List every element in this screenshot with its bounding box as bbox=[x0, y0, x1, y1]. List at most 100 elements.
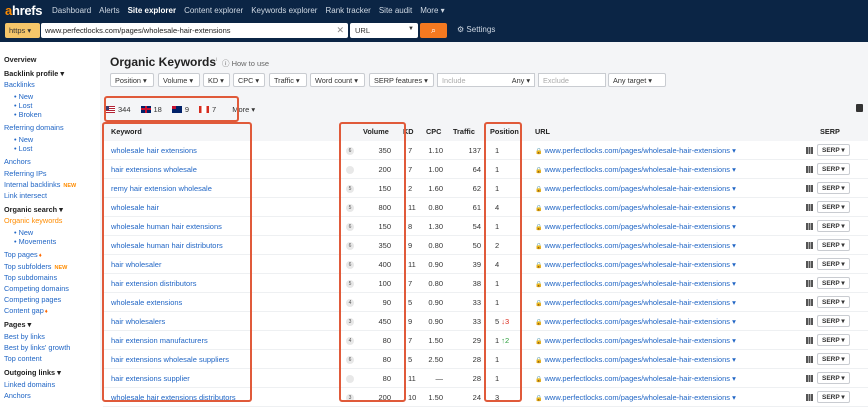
filter-button[interactable]: KD ▾ bbox=[203, 73, 230, 87]
sidebar-item[interactable]: Backlinks bbox=[4, 80, 35, 89]
sidebar-item[interactable]: Organic keywords bbox=[4, 216, 62, 225]
url-link[interactable]: 🔒 www.perfectlocks.com/pages/wholesale-ha… bbox=[535, 184, 736, 193]
more-countries-button[interactable]: More ▾ bbox=[232, 105, 255, 114]
serp-button[interactable]: SERP ▾ bbox=[817, 334, 850, 346]
chart-icon[interactable] bbox=[806, 242, 813, 249]
chart-icon[interactable] bbox=[806, 166, 813, 173]
col-position[interactable]: Position bbox=[490, 127, 519, 136]
serp-button[interactable]: SERP ▾ bbox=[817, 296, 850, 308]
export-icon[interactable] bbox=[856, 104, 863, 112]
chart-icon[interactable] bbox=[806, 147, 813, 154]
serp-button[interactable]: SERP ▾ bbox=[817, 144, 850, 156]
url-link[interactable]: 🔒 www.perfectlocks.com/pages/wholesale-ha… bbox=[535, 279, 736, 288]
exclude-input[interactable]: Exclude bbox=[538, 73, 606, 87]
include-any-select[interactable]: Any ▾ bbox=[512, 76, 530, 85]
sidebar-item[interactable]: Competing pages bbox=[4, 295, 61, 304]
sidebar-item[interactable]: Anchors bbox=[4, 157, 31, 166]
chart-icon[interactable] bbox=[806, 337, 813, 344]
nav-item-3[interactable]: Content explorer bbox=[184, 6, 243, 15]
serp-button[interactable]: SERP ▾ bbox=[817, 239, 850, 251]
chart-icon[interactable] bbox=[806, 261, 813, 268]
protocol-select[interactable]: https ▾ bbox=[5, 23, 40, 38]
sidebar-item[interactable]: Competing domains bbox=[4, 284, 69, 293]
mode-select[interactable]: URL ▼ bbox=[350, 23, 418, 38]
url-link[interactable]: 🔒 www.perfectlocks.com/pages/wholesale-ha… bbox=[535, 203, 736, 212]
country-tab[interactable]: 7 bbox=[199, 105, 216, 114]
ahrefs-logo[interactable]: ahrefs bbox=[5, 3, 43, 18]
nav-item-2[interactable]: Site explorer bbox=[128, 6, 176, 15]
col-keyword[interactable]: Keyword bbox=[111, 127, 142, 136]
nav-item-7[interactable]: More ▾ bbox=[420, 6, 444, 15]
sidebar-item[interactable]: Anchors bbox=[4, 391, 31, 400]
any-target-select[interactable]: Any target ▾ bbox=[608, 73, 666, 87]
sidebar-item[interactable]: Referring IPs bbox=[4, 169, 47, 178]
nav-item-6[interactable]: Site audit bbox=[379, 6, 412, 15]
url-link[interactable]: 🔒 www.perfectlocks.com/pages/wholesale-ha… bbox=[535, 165, 736, 174]
keyword-link[interactable]: hair extensions supplier bbox=[111, 374, 190, 383]
keyword-link[interactable]: hair extension manufacturers bbox=[111, 336, 208, 345]
sidebar-item[interactable]: Top content bbox=[4, 354, 42, 363]
chart-icon[interactable] bbox=[806, 204, 813, 211]
sidebar-item[interactable]: Top pages♦ bbox=[4, 250, 42, 259]
sidebar-item[interactable]: Referring domains bbox=[4, 123, 64, 132]
sidebar-item[interactable]: • Lost bbox=[14, 101, 32, 110]
serp-button[interactable]: SERP ▾ bbox=[817, 277, 850, 289]
col-volume[interactable]: Volume bbox=[363, 127, 389, 136]
keyword-link[interactable]: hair extension distributors bbox=[111, 279, 196, 288]
url-link[interactable]: 🔒 www.perfectlocks.com/pages/wholesale-ha… bbox=[535, 146, 736, 155]
keyword-link[interactable]: hair wholesalers bbox=[111, 317, 165, 326]
search-button[interactable]: ⌕ bbox=[420, 23, 447, 38]
chart-icon[interactable] bbox=[806, 299, 813, 306]
url-link[interactable]: 🔒 www.perfectlocks.com/pages/wholesale-ha… bbox=[535, 393, 736, 402]
keyword-link[interactable]: wholesale extensions bbox=[111, 298, 182, 307]
serp-button[interactable]: SERP ▾ bbox=[817, 353, 850, 365]
sidebar-item[interactable]: Top subdomains bbox=[4, 273, 57, 282]
country-tab[interactable]: 9 bbox=[171, 105, 189, 114]
sidebar-item[interactable]: • New bbox=[14, 228, 33, 237]
filter-button[interactable]: SERP features ▾ bbox=[369, 73, 434, 87]
serp-button[interactable]: SERP ▾ bbox=[817, 163, 850, 175]
keyword-link[interactable]: wholesale human hair distributors bbox=[111, 241, 223, 250]
chart-icon[interactable] bbox=[806, 185, 813, 192]
sidebar-item[interactable]: • New bbox=[14, 92, 33, 101]
url-link[interactable]: 🔒 www.perfectlocks.com/pages/wholesale-ha… bbox=[535, 374, 736, 383]
col-kd[interactable]: KD bbox=[403, 127, 414, 136]
keyword-link[interactable]: wholesale hair extensions bbox=[111, 146, 197, 155]
nav-item-0[interactable]: Dashboard bbox=[52, 6, 91, 15]
sidebar-item[interactable]: Internal backlinks NEW bbox=[4, 180, 76, 189]
keyword-link[interactable]: hair extensions wholesale bbox=[111, 165, 197, 174]
url-link[interactable]: 🔒 www.perfectlocks.com/pages/wholesale-ha… bbox=[535, 241, 736, 250]
sidebar-item[interactable]: • Broken bbox=[14, 110, 42, 119]
url-link[interactable]: 🔒 www.perfectlocks.com/pages/wholesale-ha… bbox=[535, 298, 736, 307]
filter-button[interactable]: CPC ▾ bbox=[233, 73, 265, 87]
how-to-use-link[interactable]: ⓘ How to use bbox=[222, 58, 269, 69]
url-link[interactable]: 🔒 www.perfectlocks.com/pages/wholesale-ha… bbox=[535, 336, 736, 345]
serp-button[interactable]: SERP ▾ bbox=[817, 372, 850, 384]
keyword-link[interactable]: hair wholesaler bbox=[111, 260, 161, 269]
settings-button[interactable]: ⚙ Settings bbox=[457, 25, 495, 34]
chart-icon[interactable] bbox=[806, 280, 813, 287]
url-input[interactable]: www.perfectlocks.com/pages/wholesale-hai… bbox=[41, 23, 348, 38]
url-link[interactable]: 🔒 www.perfectlocks.com/pages/wholesale-ha… bbox=[535, 222, 736, 231]
filter-button[interactable]: Word count ▾ bbox=[310, 73, 365, 87]
serp-button[interactable]: SERP ▾ bbox=[817, 182, 850, 194]
url-link[interactable]: 🔒 www.perfectlocks.com/pages/wholesale-ha… bbox=[535, 355, 736, 364]
serp-button[interactable]: SERP ▾ bbox=[817, 391, 850, 403]
chart-icon[interactable] bbox=[806, 223, 813, 230]
chart-icon[interactable] bbox=[806, 356, 813, 363]
sidebar-item[interactable]: • New bbox=[14, 135, 33, 144]
serp-button[interactable]: SERP ▾ bbox=[817, 201, 850, 213]
filter-button[interactable]: Volume ▾ bbox=[158, 73, 200, 87]
keyword-link[interactable]: hair extensions wholesale suppliers bbox=[111, 355, 229, 364]
keyword-link[interactable]: wholesale hair bbox=[111, 203, 159, 212]
keyword-link[interactable]: wholesale human hair extensions bbox=[111, 222, 222, 231]
sidebar-item[interactable]: Top subfolders NEW bbox=[4, 262, 67, 271]
sidebar-item[interactable]: • Lost bbox=[14, 144, 32, 153]
col-cpc[interactable]: CPC bbox=[426, 127, 441, 136]
nav-item-5[interactable]: Rank tracker bbox=[325, 6, 370, 15]
chart-icon[interactable] bbox=[806, 375, 813, 382]
nav-item-4[interactable]: Keywords explorer bbox=[251, 6, 317, 15]
sidebar-item[interactable]: Content gap♦ bbox=[4, 306, 48, 315]
col-url[interactable]: URL bbox=[535, 127, 550, 136]
keyword-link[interactable]: wholesale hair extensions distributors bbox=[111, 393, 236, 402]
